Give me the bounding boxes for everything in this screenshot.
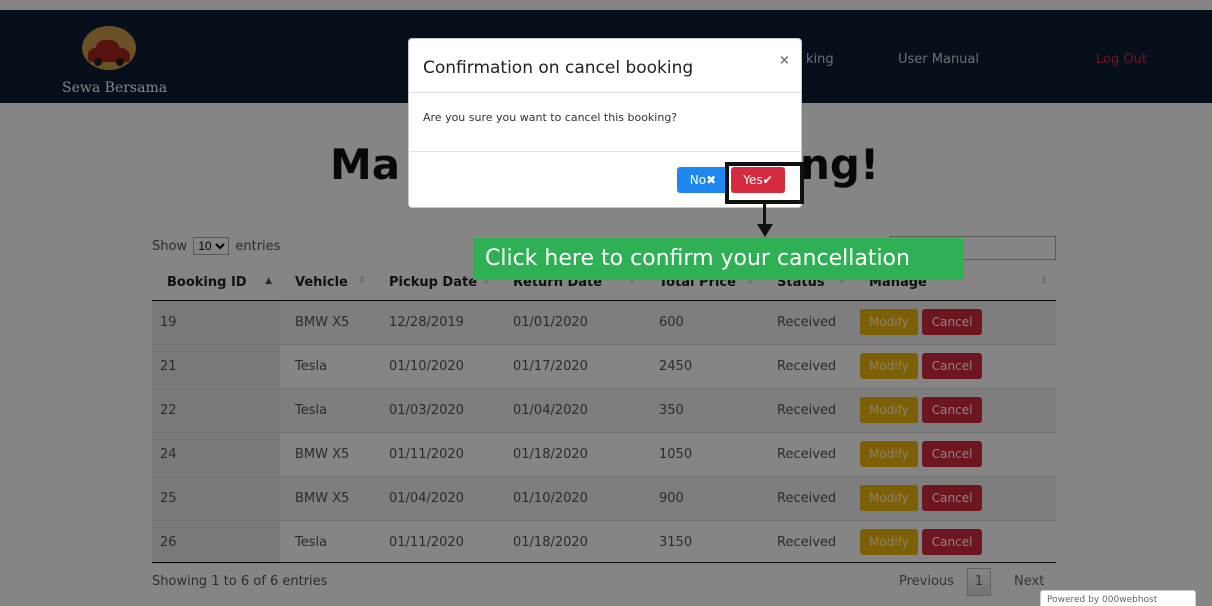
- modal-header: Confirmation on cancel booking ×: [409, 39, 801, 93]
- arrow-head-icon: [757, 224, 773, 237]
- hosting-badge[interactable]: Powered by 000webhost: [1040, 590, 1196, 606]
- highlight-box: [725, 162, 804, 204]
- annotation-callout: Click here to confirm your cancellation: [473, 238, 964, 280]
- modal-title: Confirmation on cancel booking: [423, 58, 694, 78]
- no-button[interactable]: No✖: [677, 167, 729, 193]
- x-icon: ✖: [706, 173, 717, 187]
- arrow-down-icon: [763, 204, 766, 226]
- modal-footer-divider: [409, 151, 801, 152]
- close-icon[interactable]: ×: [779, 53, 790, 68]
- no-button-label: No: [689, 173, 707, 187]
- modal-body-text: Are you sure you want to cancel this boo…: [423, 111, 678, 124]
